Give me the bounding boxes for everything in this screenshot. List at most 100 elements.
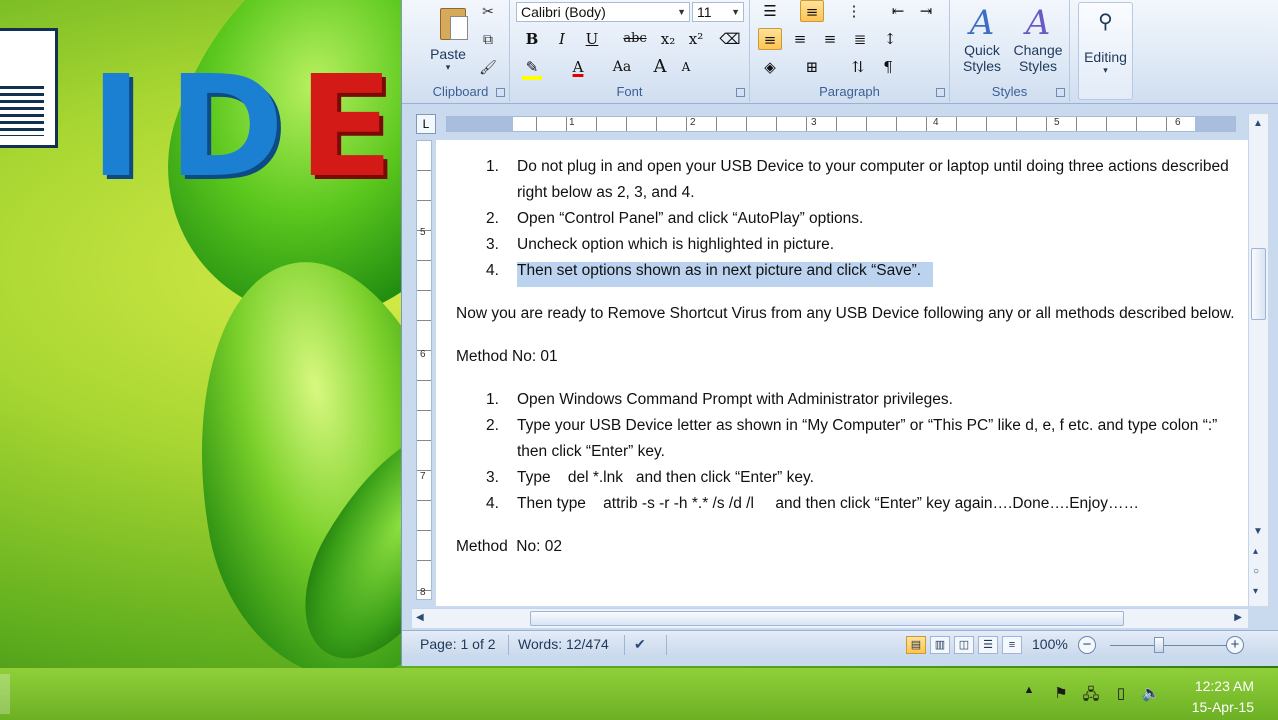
list-text: Type del *.lnk and then click “Enter” ke…	[517, 469, 814, 486]
clipboard-launcher-icon[interactable]	[496, 88, 505, 97]
document-page[interactable]: 1. Do not plug in and open your USB Devic…	[436, 140, 1248, 606]
list-number: 1.	[486, 158, 499, 175]
word-count[interactable]: Words: 12/474	[518, 636, 609, 652]
decrease-indent-icon[interactable]: ⇤	[886, 0, 910, 22]
scroll-up-icon[interactable]: ▲	[1253, 118, 1263, 129]
font-size-select[interactable]: 11 ▼	[692, 2, 744, 22]
copy-icon[interactable]: ⧉	[478, 30, 498, 48]
scroll-down-icon[interactable]: ▼	[1253, 526, 1263, 537]
clipboard-group: Paste ▾ ✂ ⧉ 🖌 Clipboard	[412, 0, 510, 102]
clipboard-group-label: Clipboard	[432, 84, 489, 99]
battery-icon[interactable]: ▯	[1110, 684, 1132, 704]
chevron-down-icon: ▼	[677, 7, 686, 17]
increase-indent-icon[interactable]: ⇥	[914, 0, 938, 22]
logo-letter: E	[298, 46, 394, 209]
numbering-icon[interactable]: ≡	[800, 0, 824, 22]
chevron-down-icon: ▼	[731, 7, 740, 17]
horizontal-scrollbar[interactable]: ◀ ▶	[412, 608, 1248, 628]
full-screen-reading-icon[interactable]: ▥	[930, 636, 950, 654]
list-item: 1. Open Windows Command Prompt with Admin…	[456, 387, 1236, 413]
print-layout-view-icon[interactable]: ▤	[906, 636, 926, 654]
cut-icon[interactable]: ✂	[478, 2, 498, 20]
clock-time: 12:23 AM	[1194, 678, 1254, 694]
zoom-slider[interactable]	[1110, 645, 1230, 646]
borders-icon[interactable]: ⊞	[800, 56, 824, 78]
browse-object-icon[interactable]: ○	[1253, 566, 1259, 577]
styles-launcher-icon[interactable]	[1056, 88, 1065, 97]
highlight-color-icon[interactable]: ✎	[520, 56, 544, 78]
shrink-font-button[interactable]: A	[674, 56, 698, 78]
zoom-out-icon[interactable]: −	[1078, 636, 1096, 654]
list-number: 4.	[486, 262, 499, 279]
zoom-slider-knob[interactable]	[1154, 637, 1164, 653]
document-text[interactable]: 1. Do not plug in and open your USB Devic…	[456, 154, 1236, 560]
vertical-scrollbar[interactable]: ▲ ▼ ▴ ○ ▾	[1248, 114, 1268, 606]
justify-icon[interactable]: ≣	[848, 28, 872, 50]
list-text: Open Windows Command Prompt with Adminis…	[517, 391, 953, 408]
ruler-number: 4	[933, 117, 939, 128]
font-color-button[interactable]: A	[566, 56, 590, 78]
editing-button[interactable]: ⚲ Editing ▾	[1078, 2, 1133, 100]
network-icon[interactable]: 🖧	[1080, 684, 1102, 704]
proofing-icon[interactable]: ✔	[634, 636, 646, 653]
status-bar: Page: 1 of 2 Words: 12/474 ✔ ▤ ▥ ◫ ☰ ≡ 1…	[402, 630, 1278, 658]
scroll-left-icon[interactable]: ◀	[416, 612, 424, 623]
paste-icon	[436, 4, 470, 40]
horizontal-ruler-row: L 1 2 3 4 5 6	[410, 112, 1270, 136]
tab-selector-icon[interactable]: L	[416, 114, 436, 134]
multilevel-list-icon[interactable]: ⋮	[842, 0, 866, 22]
format-painter-icon[interactable]: 🖌	[478, 58, 498, 76]
outline-view-icon[interactable]: ☰	[978, 636, 998, 654]
zoom-in-icon[interactable]: +	[1226, 636, 1244, 654]
grow-font-button[interactable]: A	[648, 56, 672, 78]
zoom-level[interactable]: 100%	[1032, 636, 1068, 652]
superscript-button[interactable]: x²	[684, 28, 708, 50]
chevron-down-icon: ▾	[1103, 65, 1108, 75]
next-page-icon[interactable]: ▾	[1253, 586, 1258, 597]
taskbar-clock[interactable]: 12:23 AM 15-Apr-15	[1192, 676, 1254, 718]
clock-date: 15-Apr-15	[1191, 699, 1254, 715]
list-text: Open “Control Panel” and click “AutoPlay…	[517, 210, 864, 227]
ruler-number: 1	[569, 117, 575, 128]
subscript-button[interactable]: x₂	[656, 28, 680, 50]
bold-button[interactable]: B	[520, 28, 544, 50]
align-center-icon[interactable]: ≡	[788, 28, 812, 50]
change-styles-button[interactable]: A Change Styles	[1012, 4, 1064, 82]
method-heading: Method No: 01	[456, 348, 558, 365]
font-name-select[interactable]: Calibri (Body) ▼	[516, 2, 690, 22]
action-center-flag-icon[interactable]: ⚑	[1050, 684, 1072, 704]
show-hidden-icons-icon[interactable]: ▲	[1018, 684, 1040, 704]
list-item: 2. Open “Control Panel” and click “AutoPl…	[456, 206, 1236, 232]
scroll-right-icon[interactable]: ▶	[1234, 612, 1242, 623]
horizontal-ruler[interactable]: 1 2 3 4 5 6	[446, 116, 1236, 132]
align-left-icon[interactable]: ≡	[758, 28, 782, 50]
web-layout-icon[interactable]: ◫	[954, 636, 974, 654]
change-case-button[interactable]: Aa	[606, 56, 638, 78]
shading-icon[interactable]: ◈	[758, 56, 782, 78]
quick-styles-button[interactable]: A Quick Styles	[956, 4, 1008, 82]
bullets-icon[interactable]: ☰	[758, 0, 782, 22]
horizontal-scroll-thumb[interactable]	[530, 611, 1124, 626]
start-button-edge[interactable]	[0, 674, 10, 714]
method-heading: Method No: 02	[456, 538, 562, 555]
strikethrough-button[interactable]: abc	[620, 28, 650, 50]
page-count[interactable]: Page: 1 of 2	[420, 636, 496, 652]
paragraph-launcher-icon[interactable]	[936, 88, 945, 97]
volume-icon[interactable]: 🔈	[1140, 684, 1162, 704]
quick-styles-label: Quick Styles	[962, 42, 1002, 74]
sort-icon[interactable]: ⇅	[846, 56, 870, 78]
vertical-scroll-thumb[interactable]	[1251, 248, 1266, 320]
align-right-icon[interactable]: ≡	[818, 28, 842, 50]
underline-button[interactable]: U	[580, 28, 604, 50]
vertical-ruler[interactable]: 5 6 7 8	[416, 140, 432, 600]
font-launcher-icon[interactable]	[736, 88, 745, 97]
show-marks-button[interactable]: ¶	[876, 56, 900, 78]
draft-view-icon[interactable]: ≡	[1002, 636, 1022, 654]
italic-button[interactable]: I	[550, 28, 574, 50]
ruler-number: 5	[420, 227, 426, 238]
paste-button[interactable]: Paste ▾	[418, 0, 478, 80]
previous-page-icon[interactable]: ▴	[1253, 546, 1258, 557]
clear-formatting-icon[interactable]: ⌫	[718, 28, 742, 50]
line-spacing-icon[interactable]: ↕	[878, 28, 902, 50]
editing-label: Editing	[1084, 49, 1127, 65]
